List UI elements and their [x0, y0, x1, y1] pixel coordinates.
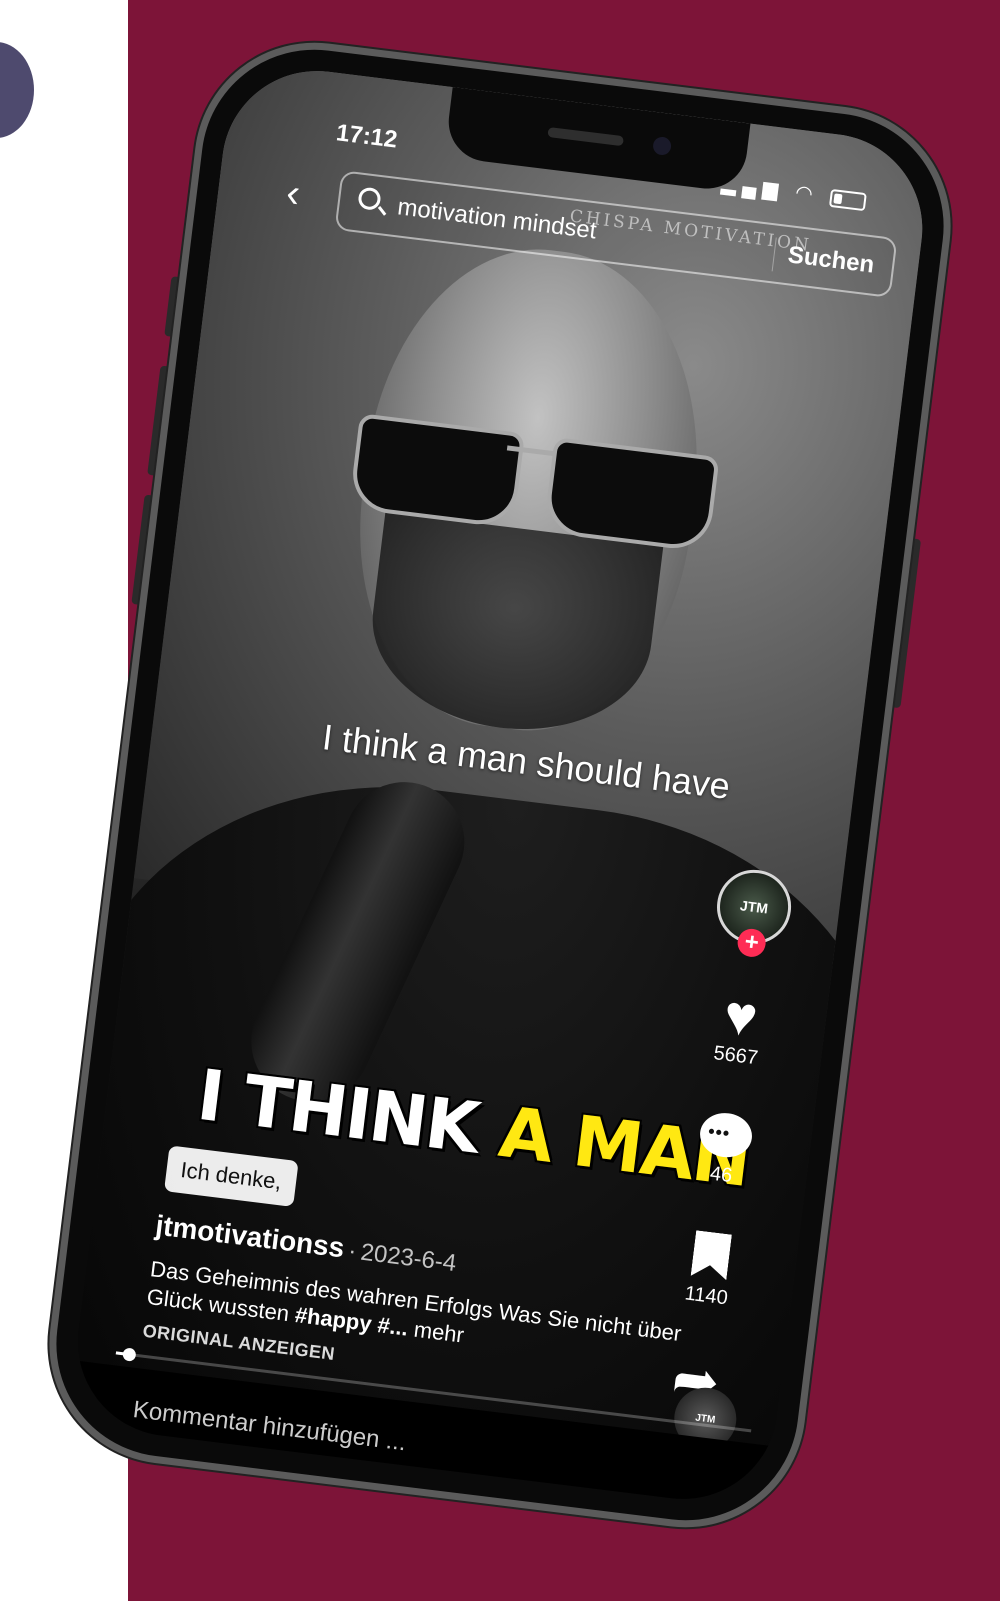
avatar-initials: JTM: [739, 897, 769, 917]
search-input[interactable]: motivation mindset: [396, 193, 598, 245]
follow-button[interactable]: +: [736, 927, 768, 959]
more-link[interactable]: mehr: [413, 1317, 466, 1348]
earpiece: [547, 127, 624, 147]
decorative-circle: [0, 42, 34, 138]
bookmark-icon: [691, 1230, 732, 1280]
battery-icon: [828, 188, 867, 211]
bookmark-button[interactable]: 1140: [660, 1227, 759, 1313]
like-button[interactable]: ♥ 5667: [690, 982, 789, 1073]
wifi-icon: ◠: [794, 181, 821, 207]
comment-count: 46: [708, 1162, 734, 1188]
comment-icon: [697, 1110, 755, 1161]
bookmark-count: 1140: [683, 1282, 729, 1310]
date-separator: ·: [346, 1237, 358, 1265]
creator-avatar[interactable]: JTM +: [712, 865, 796, 959]
search-submit-button[interactable]: Suchen: [786, 241, 875, 279]
heart-icon: ♥: [720, 982, 762, 1049]
front-camera: [652, 135, 673, 157]
comment-button[interactable]: 46: [675, 1108, 773, 1192]
search-icon: [357, 186, 382, 211]
